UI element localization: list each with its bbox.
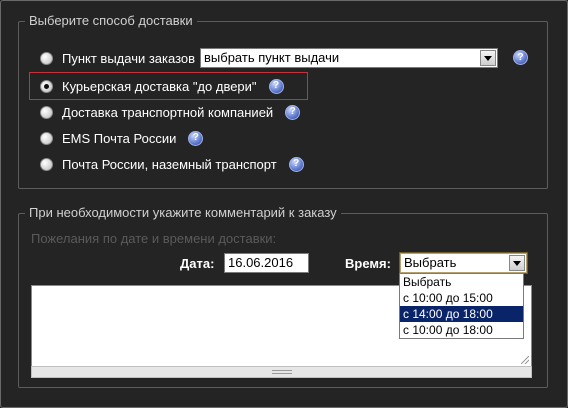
help-question-icon[interactable]: ?: [513, 50, 528, 65]
chevron-down-icon[interactable]: [480, 50, 496, 66]
radio-pickup[interactable]: [40, 51, 53, 65]
label-transport-company: Доставка транспортной компанией: [62, 104, 274, 120]
label-courier: Курьерская доставка "до двери": [62, 78, 257, 94]
delivery-option-courier[interactable]: Курьерская доставка "до двери" ?: [40, 76, 284, 96]
time-option-highlighted[interactable]: с 14:00 до 18:00: [400, 306, 523, 322]
time-label: Время:: [345, 256, 391, 271]
delivery-option-ems[interactable]: EMS Почта России ?: [40, 128, 204, 148]
label-ems: EMS Почта России: [62, 130, 177, 146]
time-select[interactable]: Выбрать: [399, 252, 528, 274]
help-question-icon[interactable]: ?: [285, 104, 301, 120]
time-select-value: Выбрать: [404, 255, 457, 270]
delivery-option-russian-post[interactable]: Почта России, наземный транспорт ?: [40, 154, 304, 174]
delivery-option-pickup[interactable]: Пункт выдачи заказов: [40, 48, 195, 68]
help-question-icon[interactable]: ?: [288, 156, 304, 172]
pickup-point-select[interactable]: выбрать пункт выдачи: [200, 48, 498, 68]
delivery-time-hint: Пожелания по дате и времени доставки:: [31, 231, 277, 246]
delivery-method-legend: Выберите способ доставки: [25, 13, 197, 29]
time-option[interactable]: с 10:00 до 15:00: [400, 290, 523, 306]
time-option[interactable]: с 10:00 до 18:00: [400, 322, 523, 338]
radio-russian-post[interactable]: [40, 157, 53, 171]
help-question-icon[interactable]: ?: [188, 130, 204, 146]
resize-handle-icon: [271, 370, 292, 374]
label-russian-post: Почта России, наземный транспорт: [62, 156, 277, 172]
label-pickup: Пункт выдачи заказов: [62, 50, 196, 66]
radio-ems[interactable]: [40, 131, 53, 145]
time-option[interactable]: Выбрать: [400, 274, 523, 290]
comment-legend: При необходимости укажите комментарий к …: [25, 205, 341, 221]
help-question-icon[interactable]: ?: [268, 78, 284, 94]
pickup-point-select-value: выбрать пункт выдачи: [204, 50, 340, 65]
resize-grip-icon[interactable]: [521, 356, 529, 364]
radio-transport-company[interactable]: [40, 105, 53, 119]
textarea-resize-bar[interactable]: [31, 366, 532, 378]
radio-courier[interactable]: [40, 79, 53, 93]
date-label: Дата:: [180, 256, 215, 271]
date-input[interactable]: 16.06.2016: [224, 253, 309, 273]
time-dropdown-list: Выбрать с 10:00 до 15:00 с 14:00 до 18:0…: [399, 273, 524, 339]
chevron-down-icon[interactable]: [509, 255, 525, 271]
delivery-option-transport-company[interactable]: Доставка транспортной компанией ?: [40, 102, 301, 122]
